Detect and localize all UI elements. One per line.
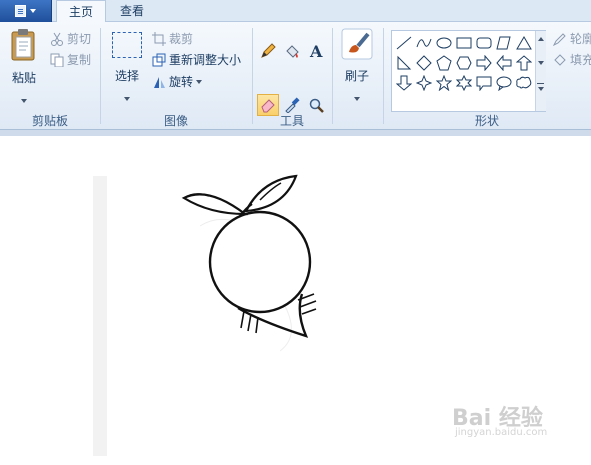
rotate-button[interactable]: 旋转 xyxy=(152,73,203,91)
shapes-group-label: 形状 xyxy=(474,114,499,128)
fill-tool[interactable] xyxy=(281,40,303,62)
cloud-callout-shape-icon[interactable] xyxy=(514,74,533,92)
copy-icon xyxy=(50,53,64,67)
shapes-scrollbar[interactable] xyxy=(535,31,546,111)
six-point-star-shape-icon[interactable] xyxy=(454,74,473,92)
rectangle-shape-icon[interactable] xyxy=(454,34,473,52)
fill-label: 填充 xyxy=(570,53,591,67)
image-group-label: 图像 xyxy=(163,114,188,128)
right-triangle-shape-icon[interactable] xyxy=(394,54,413,72)
ribbon: 粘贴 剪切 复制 剪贴板 选择 裁剪 重新调整大小 旋转 图像 A 工具 刷子 … xyxy=(0,22,591,130)
document-icon xyxy=(15,5,26,17)
shapes-gallery xyxy=(391,30,546,112)
divider xyxy=(383,28,384,124)
brush-icon xyxy=(341,28,373,60)
chevron-down-icon xyxy=(354,97,360,101)
divider xyxy=(332,28,333,124)
brushes-label: 刷子 xyxy=(344,69,369,83)
fill-bucket-icon xyxy=(554,54,566,66)
up-arrow-shape-icon[interactable] xyxy=(514,54,533,72)
magnifier-icon xyxy=(309,98,324,113)
fill-button[interactable]: 填充 xyxy=(553,51,591,69)
text-tool[interactable]: A xyxy=(305,40,327,62)
paste-label: 粘贴 xyxy=(11,71,36,85)
chevron-down-icon xyxy=(21,99,27,103)
scroll-up-icon[interactable] xyxy=(538,37,544,41)
outline-label: 轮廓 xyxy=(570,32,591,46)
pencil-tool[interactable] xyxy=(257,40,279,62)
oval-shape-icon[interactable] xyxy=(434,34,453,52)
outline-button[interactable]: 轮廓 xyxy=(553,30,591,48)
paste-button[interactable]: 粘贴 xyxy=(6,28,42,106)
outline-pen-icon xyxy=(553,33,566,46)
clipboard-icon xyxy=(11,29,35,61)
brushes-button[interactable]: 刷子 xyxy=(338,28,376,104)
resize-button[interactable]: 重新调整大小 xyxy=(152,51,241,69)
scroll-down-icon[interactable] xyxy=(538,61,544,65)
crop-label: 裁剪 xyxy=(169,32,194,46)
oval-callout-shape-icon[interactable] xyxy=(494,74,513,92)
eyedropper-icon xyxy=(285,97,300,113)
resize-label: 重新调整大小 xyxy=(169,53,242,67)
select-button[interactable]: 选择 xyxy=(108,32,146,104)
tools-group-label: 工具 xyxy=(279,114,304,128)
right-arrow-shape-icon[interactable] xyxy=(474,54,493,72)
diamond-shape-icon[interactable] xyxy=(414,54,433,72)
rotate-icon xyxy=(154,77,165,88)
rotate-label: 旋转 xyxy=(169,75,194,89)
copy-button[interactable]: 复制 xyxy=(50,51,91,69)
clipboard-group-label: 剪贴板 xyxy=(31,114,68,128)
tab-home[interactable]: 主页 xyxy=(56,0,107,23)
rect-callout-shape-icon[interactable] xyxy=(474,74,493,92)
line-shape-icon[interactable] xyxy=(394,34,413,52)
paint-bucket-icon xyxy=(286,45,299,58)
left-arrow-shape-icon[interactable] xyxy=(494,54,513,72)
down-arrow-shape-icon[interactable] xyxy=(394,74,413,92)
rounded-rectangle-shape-icon[interactable] xyxy=(474,34,493,52)
scissors-icon xyxy=(51,32,63,46)
gallery-expand-icon[interactable] xyxy=(538,87,544,91)
app-menu-button[interactable] xyxy=(0,0,52,22)
pencil-icon xyxy=(261,43,276,58)
text-icon: A xyxy=(309,43,323,59)
curve-shape-icon[interactable] xyxy=(414,34,433,52)
select-label: 选择 xyxy=(114,69,139,83)
pentagon-shape-icon[interactable] xyxy=(434,54,453,72)
polygon-shape-icon[interactable] xyxy=(494,34,513,52)
cut-button[interactable]: 剪切 xyxy=(50,30,91,48)
hexagon-shape-icon[interactable] xyxy=(454,54,473,72)
resize-icon xyxy=(152,53,166,67)
crop-icon xyxy=(152,32,166,46)
divider xyxy=(252,28,253,124)
divider xyxy=(100,28,101,124)
baidu-watermark-url: jingyan.baidu.com xyxy=(455,427,548,438)
tab-view[interactable]: 查看 xyxy=(108,0,156,23)
chevron-down-icon xyxy=(30,9,36,13)
eraser-icon xyxy=(261,99,275,113)
crop-button[interactable]: 裁剪 xyxy=(152,30,193,48)
svg-text:A: A xyxy=(309,43,323,59)
chevron-down-icon xyxy=(124,97,130,101)
five-point-star-shape-icon[interactable] xyxy=(434,74,453,92)
cut-label: 剪切 xyxy=(67,32,92,46)
tab-strip: 主页 查看 xyxy=(0,0,591,23)
selection-rect-icon xyxy=(112,32,142,58)
chevron-down-icon xyxy=(196,80,203,84)
copy-label: 复制 xyxy=(67,53,92,67)
four-point-star-shape-icon[interactable] xyxy=(414,74,433,92)
triangle-shape-icon[interactable] xyxy=(514,34,533,52)
